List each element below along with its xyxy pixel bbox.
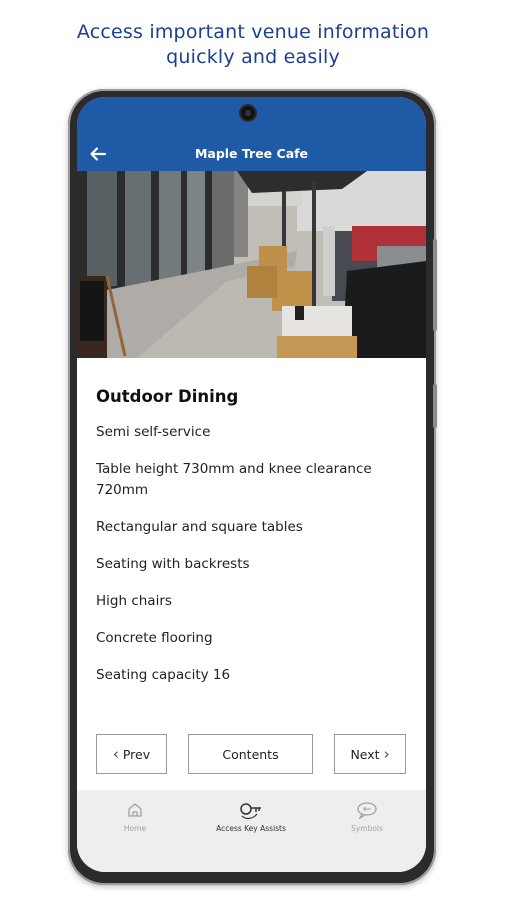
prev-button[interactable]: ‹ Prev — [96, 734, 167, 774]
chevron-left-icon: ‹ — [112, 745, 119, 763]
feature-item: Concrete flooring — [96, 630, 213, 646]
feature-item: Seating with backrests — [96, 556, 250, 572]
volume-button — [433, 239, 437, 331]
feature-item: Rectangular and square tables — [96, 519, 303, 535]
chevron-right-icon: › — [383, 745, 390, 763]
headline-line-1: Access important venue information — [76, 21, 430, 43]
front-camera — [241, 106, 255, 120]
tab-home-label: Home — [123, 824, 147, 833]
next-button[interactable]: Next › — [334, 734, 406, 774]
tab-symbols[interactable]: Symbols — [309, 798, 425, 833]
symbols-icon — [357, 802, 377, 819]
venue-details: Outdoor Dining Semi self-service Table h… — [77, 358, 426, 790]
home-icon — [128, 803, 142, 817]
tab-access-key-assists-label: Access Key Assists — [216, 824, 286, 833]
contents-label: Contents — [222, 746, 279, 762]
next-label: Next — [350, 746, 380, 762]
back-arrow-icon — [90, 147, 107, 161]
venue-title: Maple Tree Cafe — [194, 146, 309, 161]
feature-item: High chairs — [96, 593, 172, 609]
tab-access-key-assists[interactable]: Access Key Assists — [193, 798, 309, 833]
phone-frame: Maple Tree Cafe Outdoor Dining Semi self… — [68, 89, 437, 885]
power-button — [433, 384, 437, 428]
app-screen: Maple Tree Cafe Outdoor Dining Semi self… — [77, 97, 426, 872]
promo-headline: Access important venue information quick… — [0, 20, 506, 70]
back-button[interactable] — [83, 141, 113, 167]
tab-symbols-label: Symbols — [351, 824, 383, 833]
contents-button[interactable]: Contents — [188, 734, 313, 774]
outdoor-dining-photo — [77, 171, 426, 358]
tab-home[interactable]: Home — [77, 798, 193, 833]
headline-line-2: quickly and easily — [166, 46, 340, 68]
prev-label: Prev — [122, 746, 151, 762]
feature-item: Table height 730mm and knee clearance 72… — [96, 461, 372, 498]
bottom-navigation: Home Access Key Assists Symbols — [77, 790, 426, 872]
section-title: Outdoor Dining — [96, 387, 239, 406]
feature-item: Seating capacity 16 — [96, 667, 231, 683]
access-key-icon — [240, 803, 261, 820]
app-bar: Maple Tree Cafe — [77, 97, 426, 171]
feature-item: Semi self-service — [96, 424, 211, 440]
